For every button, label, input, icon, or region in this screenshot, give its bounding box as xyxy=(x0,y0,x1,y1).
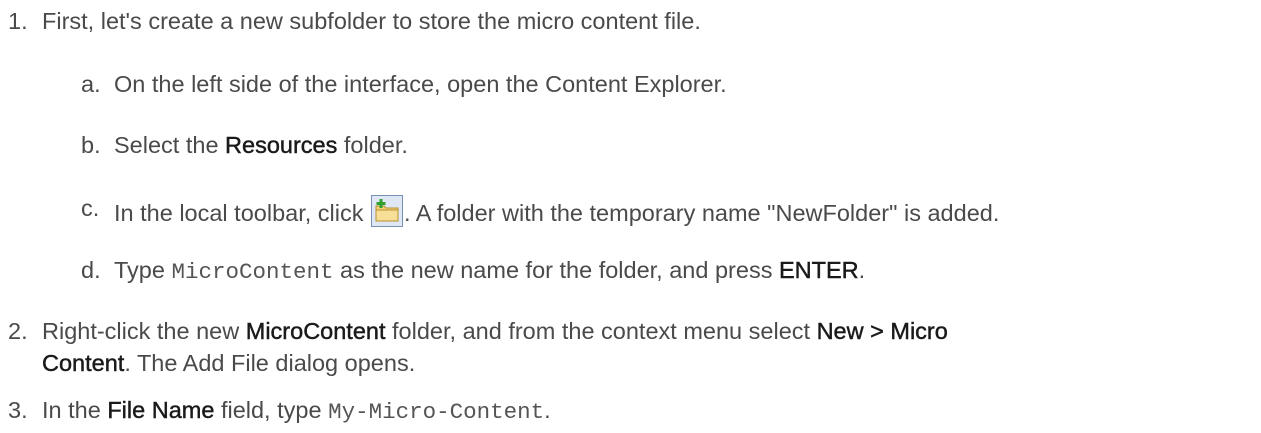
substep-letter: b. xyxy=(81,132,101,158)
ui-term-file-name: File Name xyxy=(107,397,215,423)
ui-term-microcontent: MicroContent xyxy=(245,318,386,344)
text-run: In the local toolbar, click xyxy=(114,200,371,226)
text-run: Type xyxy=(114,257,172,283)
code-microcontent: MicroContent xyxy=(171,259,334,285)
step-text: First, let's create a new subfolder to s… xyxy=(42,8,701,34)
text-run: . The Add File dialog opens. xyxy=(124,350,416,376)
menu-path-content: Content xyxy=(42,350,125,376)
step-number: 1. xyxy=(8,8,28,34)
key-enter: ENTER xyxy=(778,257,859,283)
step-text-line2: Content. The Add File dialog opens. xyxy=(42,350,415,377)
substep-letter: a. xyxy=(81,71,101,97)
text-run: folder. xyxy=(337,132,408,158)
ui-term-resources: Resources xyxy=(225,132,338,158)
substep-letter: d. xyxy=(81,257,101,283)
substep-text: Type MicroContent as the new name for th… xyxy=(114,257,865,285)
text-run: . A folder with the temporary name "NewF… xyxy=(404,200,1000,226)
substep-letter: c. xyxy=(81,195,100,221)
text-run: folder, and from the context menu select xyxy=(385,318,817,344)
step-number: 2. xyxy=(8,318,28,344)
text-run: . xyxy=(544,397,551,423)
text-run: Right-click the new xyxy=(42,318,246,344)
step-text: In the File Name field, type My-Micro-Co… xyxy=(42,397,551,425)
text-run: Select the xyxy=(114,132,226,158)
code-my-micro-content: My-Micro-Content xyxy=(328,399,545,425)
text-run: . xyxy=(858,257,866,283)
text-run: field, type xyxy=(214,397,329,423)
new-folder-icon xyxy=(371,195,404,227)
step-text-line1: Right-click the new MicroContent folder,… xyxy=(42,318,948,345)
text-run: as the new name for the folder, and pres… xyxy=(333,257,779,283)
menu-path-new-micro: New > Micro xyxy=(816,318,948,344)
instruction-list: 1. First, let's create a new subfolder t… xyxy=(0,0,1261,433)
substep-text: Select the Resources folder. xyxy=(114,132,408,159)
substep-text: In the local toolbar, click . A folder w… xyxy=(114,195,999,227)
step-number: 3. xyxy=(8,397,28,423)
text-run: In the xyxy=(42,397,108,423)
substep-text: On the left side of the interface, open … xyxy=(114,71,727,97)
